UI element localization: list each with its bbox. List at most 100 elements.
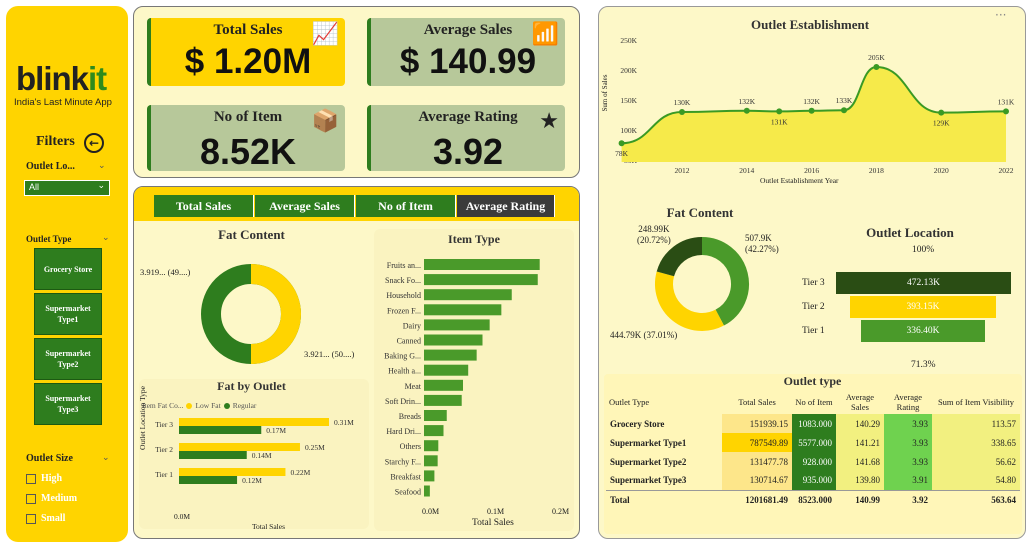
oe-x-tick: 2014 [739, 166, 754, 175]
item-type-category-label: Breakfast [390, 472, 421, 481]
outlet-size-high-checkbox[interactable]: High [26, 473, 62, 484]
funnel-tier2-label: Tier 2 [802, 302, 825, 312]
outlet-size-label: Outlet Size [26, 453, 73, 464]
table-row: Supermarket Type2 131477.78 928.000 141.… [606, 452, 1020, 471]
item-type-category-label: Starchy F... [385, 457, 421, 466]
item-type-category-label: Frozen F... [387, 306, 421, 315]
fat-bar-low-label: 0.31M [334, 418, 354, 427]
outlet-type-label: Outlet Type [26, 234, 72, 244]
fat-bar-low-label: 0.25M [305, 443, 325, 452]
item-type-bar [424, 410, 447, 421]
oe-point-label: 131K [771, 117, 788, 126]
outlet-size-medium-checkbox[interactable]: Medium [26, 493, 77, 504]
outlet-type-supermarket-type1[interactable]: Supermarket Type1 [34, 293, 102, 335]
table-row: Supermarket Type3 130714.67 935.000 139.… [606, 471, 1020, 490]
outlet-type-supermarket-type2[interactable]: Supermarket Type2 [34, 338, 102, 380]
fat-by-outlet-tier-label: Tier 3 [155, 420, 173, 429]
outlet-type-table-title: Outlet type [783, 374, 842, 388]
outlet-establishment-xlabel: Outlet Establishment Year [760, 176, 839, 185]
funnel-tier1-label: Tier 1 [802, 326, 825, 336]
tab-no-of-item[interactable]: No of Item [356, 195, 456, 217]
fat-bar-low-fat [179, 418, 329, 426]
chevron-down-icon[interactable]: ⌄ [102, 233, 110, 243]
fat-by-outlet-chart[interactable]: Tier 3 0.31M 0.17M Tier 2 0.25M 0.14M Tier 1 0.… [139, 412, 369, 522]
tab-average-sales[interactable]: Average Sales [255, 195, 355, 217]
col-average-sales: Average Sales [845, 392, 875, 412]
fat-bar-regular-label: 0.17M [266, 426, 286, 435]
item-type-bar [424, 379, 463, 391]
fat-bar-regular [179, 451, 247, 459]
oe-y-tick: 250K [620, 36, 637, 45]
oe-point [1003, 108, 1009, 115]
sales-breakdown-panel: Total Sales Average Sales No of Item Ave… [133, 186, 580, 539]
tab-average-rating[interactable]: Average Rating [457, 195, 555, 217]
outlet-type-supermarket-type3[interactable]: Supermarket Type3 [34, 383, 102, 425]
outlet-establishment-chart[interactable]: 250K200K150K100K50K201220142016201820202… [600, 30, 1025, 190]
kpi-average-sales: Average Sales $ 140.99 📶 [367, 18, 565, 86]
back-arrow-icon[interactable]: ← [84, 133, 104, 153]
oe-point-label: 132K [738, 97, 755, 106]
fat-bar-regular [179, 476, 238, 484]
oe-point [618, 140, 625, 147]
outlet-location-title: Outlet Location [866, 225, 954, 240]
item-type-bar [424, 425, 444, 437]
outlet-location-dropdown[interactable]: All ⌄ [24, 180, 110, 196]
filters-heading: Filters [36, 134, 75, 149]
fat-bar-regular [179, 426, 262, 434]
oe-y-tick: 200K [620, 66, 637, 75]
donut-slice-regular [250, 264, 301, 364]
item-type-bar [424, 259, 540, 270]
item-type-chart[interactable]: Fruits an... Snack Fo... Household Frozen F… [374, 257, 579, 502]
more-options-icon[interactable]: ··· [995, 8, 1006, 22]
fat-bar-low-fat [179, 443, 300, 451]
oe-point [776, 108, 783, 115]
outlet-type-grocery-store[interactable]: Grocery Store [34, 248, 102, 290]
oe-point-label: 133K [836, 96, 853, 105]
oe-point-label: 131K [998, 97, 1015, 106]
item-type-xlabel: Total Sales [472, 518, 514, 528]
chevron-down-icon[interactable]: ⌄ [102, 453, 110, 463]
item-type-bar [424, 455, 438, 467]
item-type-category-label: Health a... [388, 367, 421, 376]
col-outlet-type: Outlet Type [609, 397, 650, 407]
col-item-visibility: Sum of Item Visibility [937, 397, 1015, 407]
legend-dot-regular [223, 402, 230, 409]
fat-content-right-donut[interactable] [648, 230, 756, 338]
funnel-bar-tier3[interactable]: 472.13K [836, 272, 1011, 294]
table-total-row: Total 1201681.49 8523.000 140.99 3.92 56… [606, 489, 1020, 509]
item-type-category-label: Dairy [403, 321, 421, 330]
fat-left-label: 3.919... (49....) [140, 267, 191, 277]
fat-label-b: 507.9K (42.27%) [745, 233, 779, 254]
oe-x-tick: 2012 [675, 166, 690, 175]
oe-x-tick: 2020 [934, 166, 949, 175]
oe-area [621, 67, 1006, 162]
oe-point [873, 64, 880, 70]
chevron-down-icon[interactable]: ⌄ [98, 161, 106, 171]
item-type-bar [424, 289, 512, 301]
sales-chart-icon: 📈 [311, 22, 339, 47]
kpi-no-of-item: No of Item 8.52K 📦 [147, 105, 345, 172]
funnel-bar-tier1[interactable]: 336.40K [861, 320, 985, 342]
outlet-establishment-ylabel: Sum of Sales [601, 74, 609, 112]
fat-by-outlet-xlabel: Total Sales [252, 522, 286, 531]
outlet-location-label: Outlet Lo... [26, 161, 75, 172]
item-type-bar [424, 485, 430, 497]
funnel-bar-tier2[interactable]: 393.15K [850, 296, 996, 318]
funnel-top-pct: 100% [912, 245, 935, 255]
tab-total-sales[interactable]: Total Sales [154, 195, 254, 217]
fat-by-outlet-title: Fat by Outlet [217, 379, 286, 393]
item-type-bar [424, 334, 483, 346]
item-type-bar [424, 274, 538, 286]
fat-donut-slice [701, 237, 749, 326]
bar-growth-icon: 📶 [531, 22, 559, 47]
table-row: Supermarket Type1 787549.89 5577.000 141… [606, 433, 1020, 452]
item-type-bar [424, 440, 439, 452]
item-type-category-label: Hard Dri... [386, 427, 421, 436]
item-type-category-label: Breads [399, 412, 421, 421]
item-type-category-label: Snack Fo... [385, 276, 421, 285]
fat-content-donut[interactable] [194, 257, 309, 372]
kpi-total-sales: Total Sales $ 1.20M 📈 [147, 18, 345, 86]
outlet-size-small-checkbox[interactable]: Small [26, 513, 65, 524]
item-type-category-label: Seafood [395, 488, 421, 497]
chevron-down-icon: ⌄ [97, 181, 105, 191]
